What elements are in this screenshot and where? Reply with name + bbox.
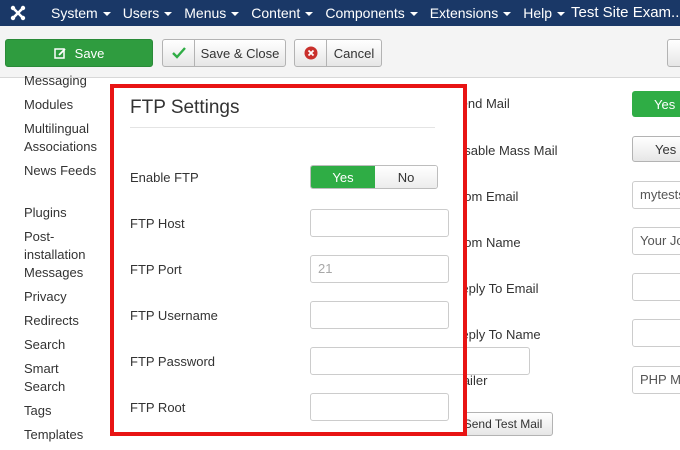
sidebar-item-plugins[interactable]: Plugins <box>24 204 112 222</box>
toolbar: Save Save & Close Cancel <box>0 26 680 78</box>
highlight-box <box>110 84 467 436</box>
edit-icon <box>53 47 66 59</box>
save-label: Save <box>74 45 105 61</box>
menu-extensions-label: Extensions <box>429 5 499 21</box>
reply-to-email-input[interactable] <box>632 273 680 301</box>
sidebar-item-modules[interactable]: Modules <box>24 96 112 114</box>
send-test-mail-button[interactable]: Send Test Mail <box>453 412 553 436</box>
send-mail-yes-toggle[interactable]: Yes <box>632 91 680 117</box>
menu-components[interactable]: Components <box>325 0 418 26</box>
menu-menus-label: Menus <box>184 5 227 21</box>
menu-system[interactable]: System <box>51 0 111 26</box>
caret-down-icon <box>503 12 512 17</box>
from-name-input[interactable]: Your Jo <box>632 227 680 255</box>
cancel-button[interactable]: Cancel <box>294 39 382 67</box>
save-close-button[interactable]: Save & Close <box>162 39 286 67</box>
menu-help-label: Help <box>523 5 552 21</box>
from-email-input[interactable]: mytests <box>632 181 680 209</box>
sidebar-item-smart-search[interactable]: Smart Search <box>24 360 84 396</box>
menu-users-label: Users <box>122 5 160 21</box>
save-close-icon-cell <box>163 40 195 66</box>
caret-down-icon <box>102 12 111 17</box>
menu-help[interactable]: Help <box>523 0 565 26</box>
sidebar-item-templates[interactable]: Templates <box>24 426 112 444</box>
main-menu: System Users Menus Content Components Ex… <box>51 0 577 26</box>
sidebar-item-multilingual-associations[interactable]: Multilingual Associations <box>24 120 112 156</box>
save-close-label: Save & Close <box>200 45 280 61</box>
menu-content[interactable]: Content <box>251 0 314 26</box>
mailer-select[interactable]: PHP M <box>632 366 680 394</box>
caret-down-icon <box>164 12 173 17</box>
site-name-link[interactable]: Test Site Exam... <box>571 0 680 26</box>
top-navbar: System Users Menus Content Components Ex… <box>0 0 680 26</box>
reply-to-name-input[interactable] <box>632 319 680 347</box>
sidebar-item-redirects[interactable]: Redirects <box>24 312 112 330</box>
disable-mass-mail-yes-toggle[interactable]: Yes <box>632 136 680 162</box>
toolbar-options-button[interactable] <box>667 39 680 67</box>
cancel-icon-cell <box>295 40 327 66</box>
disable-mass-mail-label: Disable Mass Mail <box>452 143 558 158</box>
menu-system-label: System <box>51 5 98 21</box>
caret-down-icon <box>557 12 565 17</box>
menu-menus[interactable]: Menus <box>184 0 240 26</box>
cancel-label: Cancel <box>333 45 375 61</box>
sidebar-item-tags[interactable]: Tags <box>24 402 112 420</box>
sidebar-item-post-installation-messages[interactable]: Post-installation Messages <box>24 228 90 282</box>
cancel-circle-icon <box>304 46 317 60</box>
sidebar-item-messaging[interactable]: Messaging <box>24 72 112 90</box>
menu-extensions[interactable]: Extensions <box>429 0 512 26</box>
sidebar-item-search[interactable]: Search <box>24 336 112 354</box>
caret-down-icon <box>305 12 314 17</box>
save-button[interactable]: Save <box>5 39 153 67</box>
joomla-logo-icon[interactable] <box>9 4 27 22</box>
check-icon <box>171 47 186 59</box>
caret-down-icon <box>231 12 240 17</box>
menu-components-label: Components <box>325 5 405 21</box>
sidebar-item-news-feeds[interactable]: News Feeds <box>24 162 112 180</box>
menu-content-label: Content <box>251 5 301 21</box>
sidebar-item-privacy[interactable]: Privacy <box>24 288 112 306</box>
menu-users[interactable]: Users <box>123 0 173 26</box>
caret-down-icon <box>409 12 418 17</box>
